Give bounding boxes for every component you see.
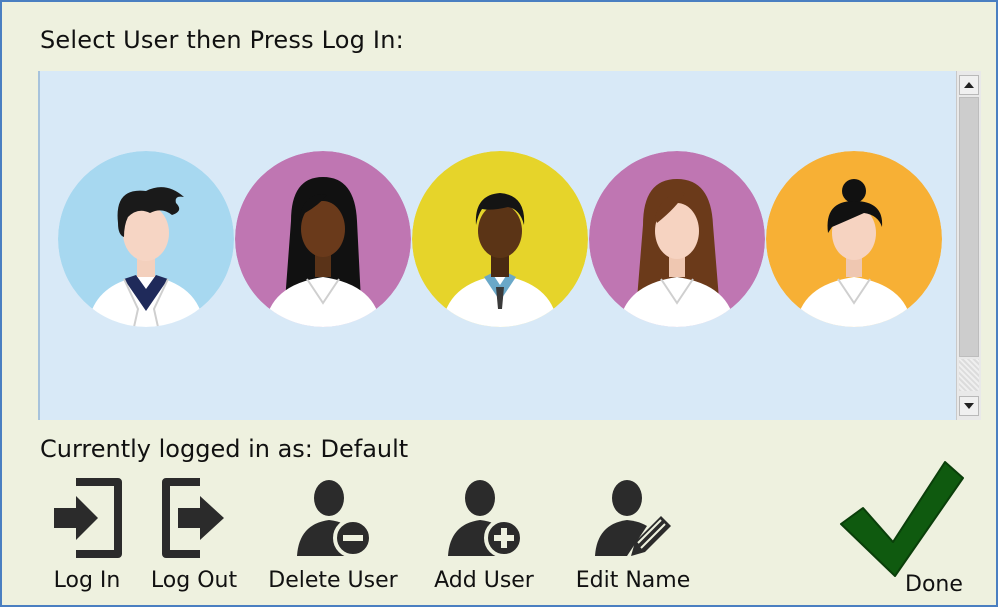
- edit-name-label: Edit Name: [575, 568, 691, 593]
- log-out-label: Log Out: [150, 568, 238, 593]
- edit-name-button[interactable]: Edit Name: [570, 474, 696, 598]
- user-avatar-1[interactable]: [58, 151, 234, 327]
- done-button[interactable]: Done: [837, 454, 977, 604]
- user-minus-icon: [297, 480, 373, 558]
- log-in-icon: [54, 478, 122, 558]
- user-avatar-4[interactable]: [589, 151, 765, 327]
- logged-in-status: Currently logged in as: Default: [40, 435, 409, 463]
- user-list-scrollbar[interactable]: [956, 71, 981, 420]
- delete-user-label: Delete User: [268, 568, 398, 593]
- log-in-button[interactable]: Log In: [46, 474, 128, 598]
- user-avatar-3[interactable]: [412, 151, 588, 327]
- log-in-label: Log In: [53, 568, 121, 593]
- checkmark-icon: [840, 461, 964, 577]
- log-out-icon: [162, 478, 224, 558]
- scroll-thumb[interactable]: [959, 97, 979, 357]
- done-label: Done: [905, 572, 963, 597]
- delete-user-button[interactable]: Delete User: [264, 474, 402, 598]
- login-window: Select User then Press Log In: Currently…: [0, 0, 998, 607]
- scroll-down-button[interactable]: [959, 396, 979, 416]
- user-avatar-5[interactable]: [766, 151, 942, 327]
- user-edit-icon: [595, 480, 671, 556]
- user-avatar-2[interactable]: [235, 151, 411, 327]
- add-user-button[interactable]: Add User: [428, 474, 540, 598]
- triangle-down-icon: [964, 403, 974, 409]
- log-out-button[interactable]: Log Out: [146, 474, 242, 598]
- prompt-label: Select User then Press Log In:: [40, 26, 404, 54]
- user-plus-icon: [448, 480, 524, 558]
- scroll-up-button[interactable]: [959, 75, 979, 95]
- scroll-track[interactable]: [959, 359, 979, 391]
- user-list[interactable]: [38, 71, 958, 420]
- add-user-label: Add User: [434, 568, 534, 593]
- triangle-up-icon: [964, 82, 974, 88]
